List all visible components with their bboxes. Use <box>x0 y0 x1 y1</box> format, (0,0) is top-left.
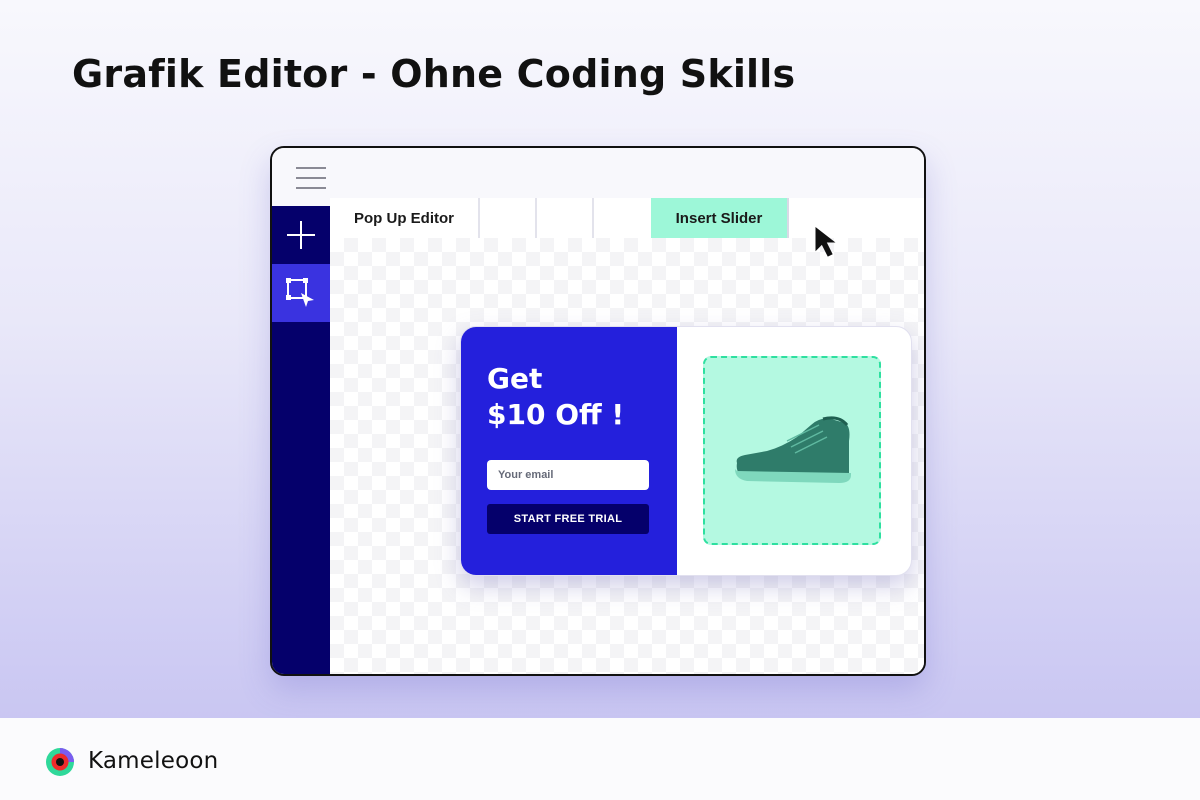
brand-name: Kameleoon <box>88 748 219 774</box>
mouse-cursor-icon <box>815 226 836 257</box>
tab-empty-2[interactable] <box>537 198 594 238</box>
popup-title-line1: Get <box>487 362 543 395</box>
page-headline: Grafik Editor - Ohne Coding Skills <box>72 52 796 96</box>
tab-insert-slider[interactable]: Insert Slider <box>651 198 789 238</box>
popup-offer-panel: Get $10 Off ! START FREE TRIAL <box>461 327 677 575</box>
brand-logo: Kameleoon <box>44 744 218 778</box>
sneaker-image <box>735 415 851 483</box>
popup-preview[interactable]: Get $10 Off ! START FREE TRIAL <box>460 326 912 576</box>
tab-empty-1[interactable] <box>480 198 537 238</box>
hamburger-menu-icon[interactable] <box>296 167 326 189</box>
popup-title-line2: $10 Off ! <box>487 398 625 431</box>
tab-pop-up-editor[interactable]: Pop Up Editor <box>330 198 480 238</box>
editor-window: Pop Up Editor Insert Slider Get $10 Off … <box>270 146 926 676</box>
email-input[interactable] <box>487 460 649 490</box>
plus-icon <box>287 221 315 249</box>
start-free-trial-button[interactable]: START FREE TRIAL <box>487 504 649 534</box>
select-transform-icon <box>286 278 314 307</box>
editor-sidebar <box>272 206 330 674</box>
kameleoon-logo-icon <box>46 748 74 776</box>
select-tool-button[interactable] <box>272 264 330 322</box>
add-element-button[interactable] <box>272 206 330 264</box>
editor-canvas[interactable]: Get $10 Off ! START FREE TRIAL <box>330 238 924 674</box>
tab-empty-3[interactable] <box>594 198 651 238</box>
popup-title: Get $10 Off ! <box>487 361 624 433</box>
image-drop-zone[interactable] <box>703 356 881 545</box>
